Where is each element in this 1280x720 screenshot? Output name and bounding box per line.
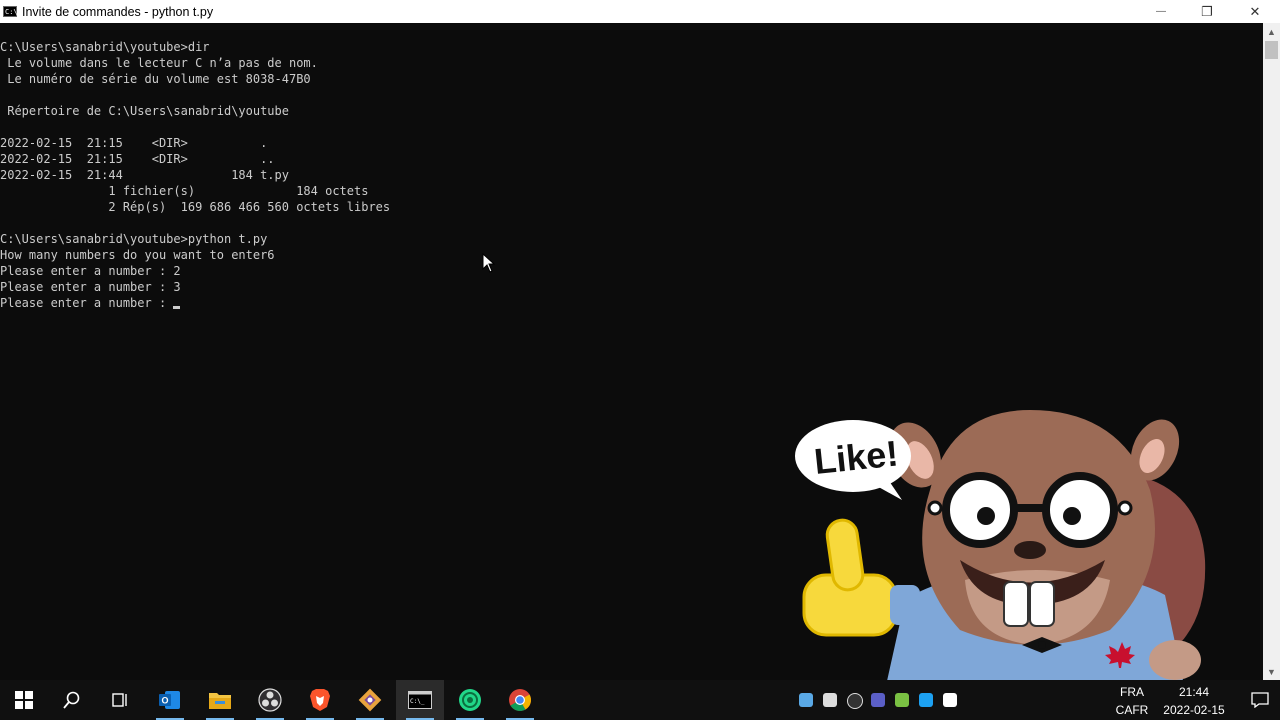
console-line: C:\Users\sanabrid\youtube>dir [0,40,210,54]
task-view-icon [112,693,127,707]
tray-sync-icon[interactable] [919,693,933,707]
minimize-button[interactable]: — [1138,0,1184,23]
windows-start-button[interactable] [0,680,48,720]
taskbar-git[interactable] [346,680,394,720]
console-line: How many numbers do you want to enter6 [0,248,275,262]
console-text: C:\Users\sanabrid\youtube>dir Le volume … [0,39,390,311]
taskbar-file-explorer[interactable] [196,680,244,720]
mouse-pointer-icon [482,253,496,273]
task-view-button[interactable] [96,680,144,720]
notification-center-button[interactable] [1240,680,1280,720]
close-icon: ✕ [1249,3,1261,19]
tray-security-icon[interactable] [943,693,957,707]
console-line: 2 Rép(s) 169 686 466 560 octets libres [0,200,391,214]
language-indicator[interactable]: FRA CAFR [1114,680,1150,720]
taskbar: O C:\_ FRA CAFR 21:44 2022-02-15 [0,680,1280,720]
minimize-icon: — [1156,6,1166,17]
command-prompt-icon: C:\_ [408,691,432,709]
scroll-down-arrow-icon[interactable]: ▼ [1263,663,1280,680]
svg-text:O: O [162,696,169,706]
window-title: Invite de commandes - python t.py [22,4,214,19]
console-line: C:\Users\sanabrid\youtube>python t.py [0,232,268,246]
console-line: 1 fichier(s) 184 octets [0,184,369,198]
console-line: Répertoire de C:\Users\sanabrid\youtube [0,104,289,118]
speech-bubble-text: Like! [812,432,900,482]
clock-date: 2022-02-15 [1163,703,1225,717]
vertical-scrollbar[interactable]: ▲ ▼ [1263,23,1280,680]
console-line: 2022-02-15 21:44 184 t.py [0,168,289,182]
window-title-bar[interactable]: C:\ Invite de commandes - python t.py — … [0,0,1280,23]
tray-greenshot-icon[interactable] [895,693,909,707]
scrollbar-thumb[interactable] [1265,41,1278,59]
tray-teams-icon[interactable] [871,693,885,707]
beaver-mascot-sticker: Like! [795,410,1206,690]
restore-button[interactable]: ❐ [1184,0,1230,23]
console-line: Please enter a number : [0,295,390,311]
taskbar-outlook[interactable]: O [146,680,194,720]
svg-text:C:\_: C:\_ [410,698,425,705]
windows-start-icon [15,691,33,709]
notification-icon [1251,692,1269,708]
git-icon [358,688,382,712]
system-clock[interactable]: 21:44 2022-02-15 [1154,680,1234,720]
brave-browser-icon [310,689,330,711]
command-prompt-app-icon[interactable]: C:\ [3,6,18,17]
taskbar-brave[interactable] [296,680,344,720]
chrome-icon [509,689,531,711]
taskbar-command-prompt[interactable]: C:\_ [396,680,444,720]
keyboard-layout: CAFR [1115,703,1149,717]
close-button[interactable]: ✕ [1232,0,1278,23]
search-button[interactable] [48,680,96,720]
taskbar-obs[interactable] [246,680,294,720]
taskbar-chrome[interactable] [496,680,544,720]
outlook-icon: O [159,691,180,709]
console-line: 2022-02-15 21:15 <DIR> .. [0,152,275,166]
language-code: FRA [1120,685,1144,699]
console-line: Le numéro de série du volume est 8038-47… [0,72,311,86]
pycharm-icon [459,689,481,711]
restore-icon: ❐ [1201,3,1213,19]
search-icon [63,691,80,709]
text-cursor [173,306,181,309]
console-line: Please enter a number : 3 [0,280,181,294]
file-explorer-icon [209,693,231,709]
tray-network-icon[interactable] [823,693,837,707]
console-line: 2022-02-15 21:15 <DIR> . [0,136,268,150]
tray-app-icon[interactable] [799,693,813,707]
tray-obs-icon[interactable] [847,693,863,709]
clock-time: 21:44 [1178,685,1210,699]
console-line: Please enter a number : 2 [0,264,181,278]
console-line: Le volume dans le lecteur C n’a pas de n… [0,56,318,70]
scroll-up-arrow-icon[interactable]: ▲ [1263,23,1280,40]
taskbar-pycharm[interactable] [446,680,494,720]
obs-icon [258,688,282,712]
